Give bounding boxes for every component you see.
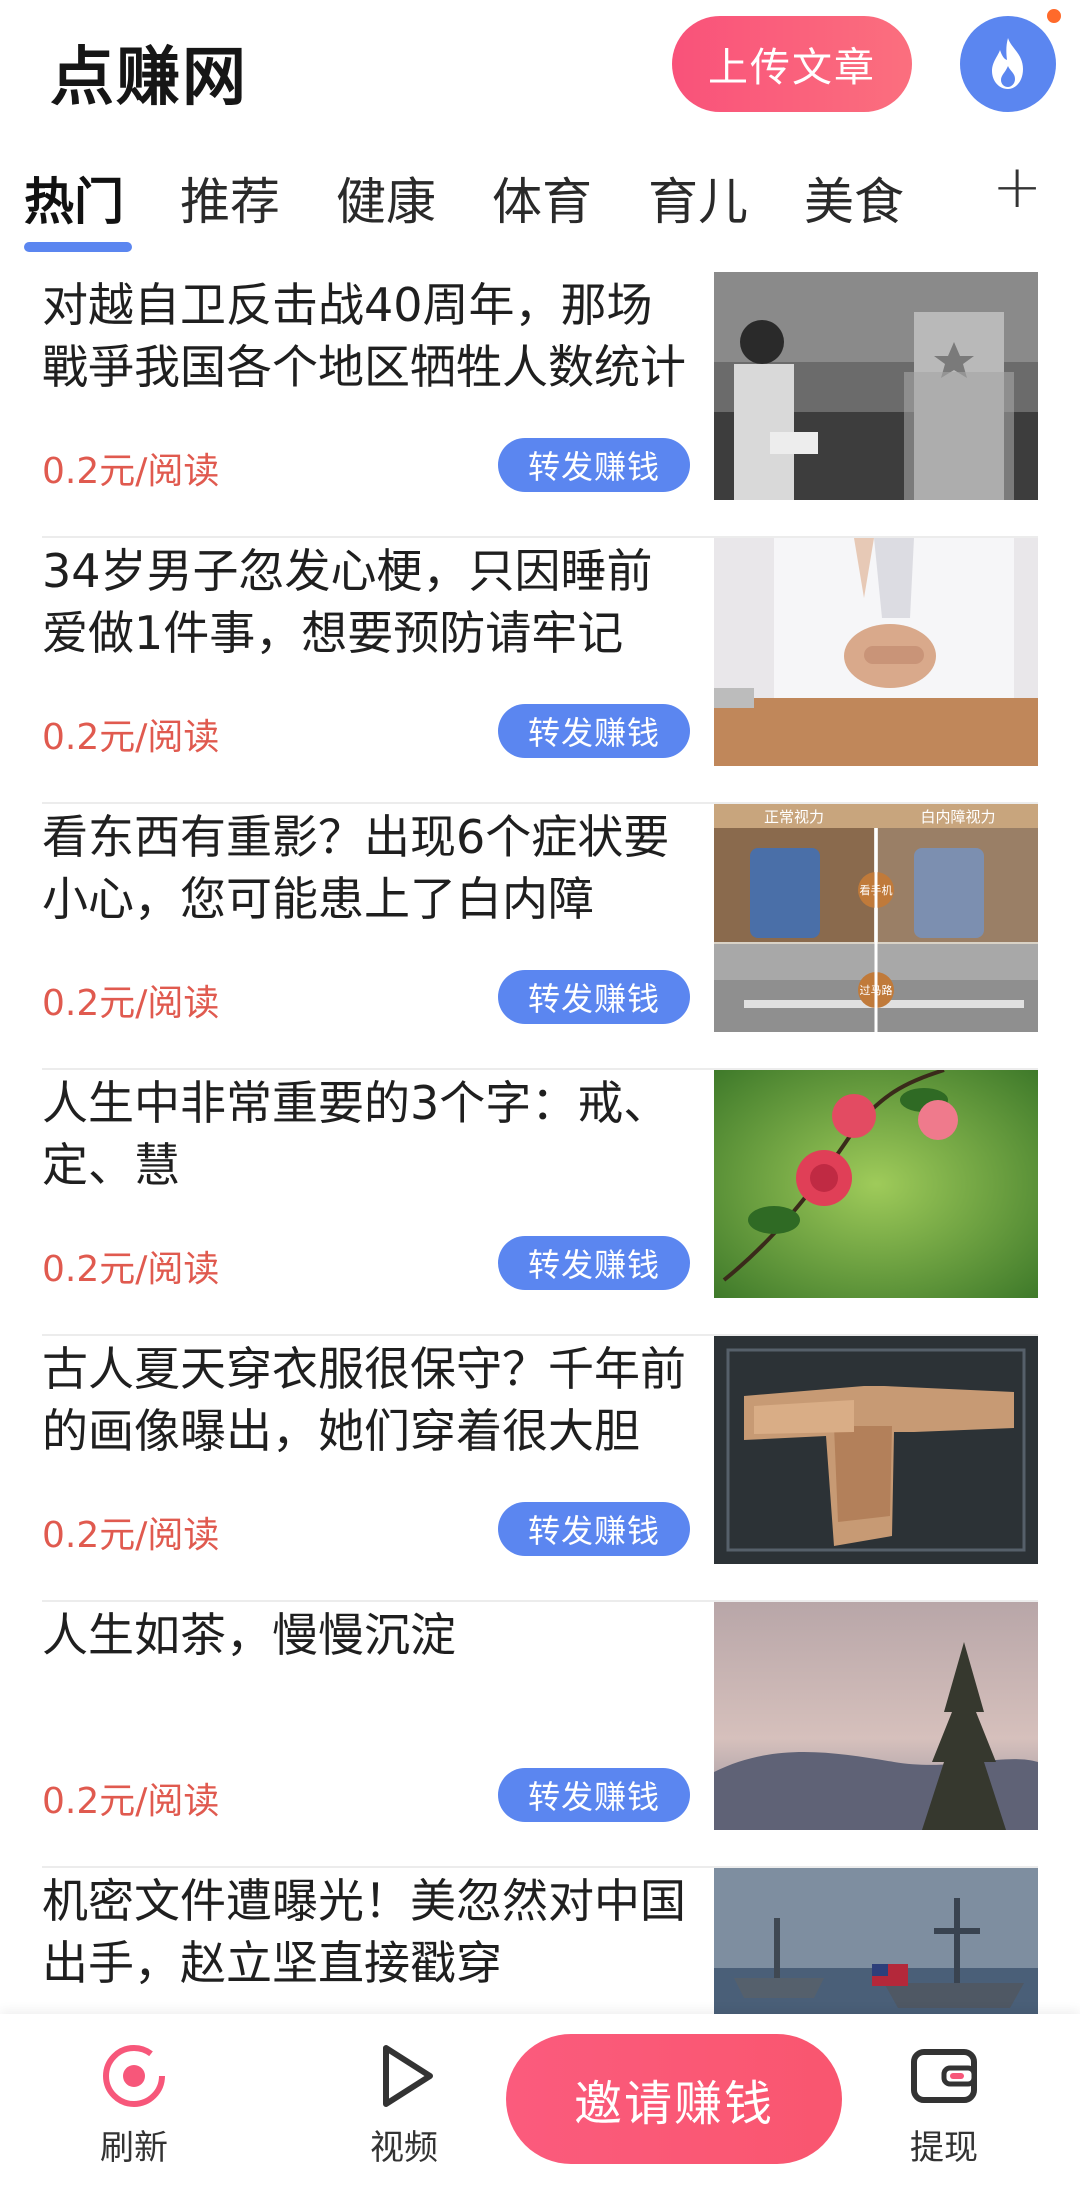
article-title[interactable]: 机密文件遭曝光！美忽然对中国出手，赵立坚直接戳穿 [42, 1870, 692, 1994]
hot-button[interactable] [960, 16, 1056, 112]
nav-refresh-label: 刷新 [100, 2128, 168, 2168]
bottom-nav: 刷新 视频 邀请赚钱 提现 [0, 2014, 1080, 2204]
nav-withdraw[interactable]: 提现 [874, 2036, 1014, 2169]
article-title[interactable]: 人生如茶，慢慢沉淀 [42, 1604, 692, 1666]
article-price: 0.2元/阅读 [42, 1249, 220, 1290]
category-tabs: 热门 推荐 健康 体育 育儿 美食 + [0, 150, 1080, 260]
share-earn-button[interactable]: 转发赚钱 [498, 704, 690, 758]
active-tab-indicator [24, 242, 132, 252]
article-title[interactable]: 古人夏天穿衣服很保守？千年前的画像曝出，她们穿着很大胆 [42, 1338, 692, 1462]
article-price: 0.2元/阅读 [42, 717, 220, 758]
article-title[interactable]: 看东西有重影？出现6个症状要小心，您可能患上了白内障 [42, 806, 692, 930]
share-earn-button[interactable]: 转发赚钱 [498, 1768, 690, 1822]
tab-food[interactable]: 美食 [804, 162, 904, 234]
thumb-label-crossing: 过马路 [860, 984, 893, 997]
refresh-icon [103, 2045, 165, 2107]
article-title[interactable]: 人生中非常重要的3个字：戒、定、慧 [42, 1072, 692, 1196]
nav-withdraw-label: 提现 [910, 2128, 978, 2168]
share-earn-button[interactable]: 转发赚钱 [498, 970, 690, 1024]
article-item[interactable]: 人生中非常重要的3个字：戒、定、慧 0.2元/阅读 转发赚钱 [42, 1070, 1038, 1336]
nav-video[interactable]: 视频 [334, 2036, 474, 2169]
notification-dot [1044, 6, 1064, 26]
article-price: 0.2元/阅读 [42, 451, 220, 492]
tab-hot[interactable]: 热门 [24, 162, 124, 234]
article-item[interactable]: 34岁男子忽发心梗，只因睡前爱做1件事，想要预防请牢记 0.2元/阅读 转发赚钱 [42, 538, 1038, 804]
nav-video-label: 视频 [370, 2128, 438, 2168]
article-item[interactable]: 机密文件遭曝光！美忽然对中国出手，赵立坚直接戳穿 [42, 1868, 1038, 2018]
article-thumbnail[interactable] [714, 272, 1038, 500]
thumb-label-cataract: 白内障视力 [920, 808, 995, 826]
fire-icon [992, 38, 1023, 89]
share-earn-button[interactable]: 转发赚钱 [498, 1236, 690, 1290]
article-thumbnail[interactable] [714, 538, 1038, 766]
article-title[interactable]: 对越自卫反击战40周年，那场戰爭我国各个地区牺牲人数统计 [42, 274, 692, 398]
article-item[interactable]: 古人夏天穿衣服很保守？千年前的画像曝出，她们穿着很大胆 0.2元/阅读 转发赚钱 [42, 1336, 1038, 1602]
tab-sports[interactable]: 体育 [492, 162, 592, 234]
tab-parenting[interactable]: 育儿 [648, 162, 748, 234]
thumb-label-phone: 看手机 [860, 883, 893, 897]
share-earn-button[interactable]: 转发赚钱 [498, 1502, 690, 1556]
video-play-icon [383, 2045, 433, 2107]
article-price: 0.2元/阅读 [42, 1515, 220, 1556]
article-thumbnail[interactable] [714, 1070, 1038, 1298]
article-price: 0.2元/阅读 [42, 1781, 220, 1822]
article-item[interactable]: 看东西有重影？出现6个症状要小心，您可能患上了白内障 0.2元/阅读 转发赚钱 … [42, 804, 1038, 1070]
article-title[interactable]: 34岁男子忽发心梗，只因睡前爱做1件事，想要预防请牢记 [42, 540, 692, 664]
thumb-label-normal: 正常视力 [764, 808, 824, 826]
add-tab-button[interactable]: + [992, 152, 1042, 222]
article-thumbnail[interactable] [714, 1336, 1038, 1564]
article-item[interactable]: 对越自卫反击战40周年，那场戰爭我国各个地区牺牲人数统计 0.2元/阅读 转发赚… [42, 272, 1038, 538]
invite-earn-button[interactable]: 邀请赚钱 [506, 2034, 842, 2164]
tab-recommend[interactable]: 推荐 [180, 162, 280, 234]
upload-article-button[interactable]: 上传文章 [672, 16, 912, 112]
app-title: 点赚网 [50, 41, 248, 115]
app-header: 点赚网 上传文章 [0, 0, 1080, 130]
tab-health[interactable]: 健康 [336, 162, 436, 234]
share-earn-button[interactable]: 转发赚钱 [498, 438, 690, 492]
article-thumbnail[interactable] [714, 1868, 1038, 2014]
article-thumbnail[interactable]: 正常视力 白内障视力 看手机 过马路 [714, 804, 1038, 1032]
article-item[interactable]: 人生如茶，慢慢沉淀 0.2元/阅读 转发赚钱 [42, 1602, 1038, 1868]
wallet-icon [911, 2049, 977, 2103]
nav-refresh[interactable]: 刷新 [64, 2036, 204, 2169]
article-price: 0.2元/阅读 [42, 983, 220, 1024]
article-thumbnail[interactable] [714, 1602, 1038, 1830]
